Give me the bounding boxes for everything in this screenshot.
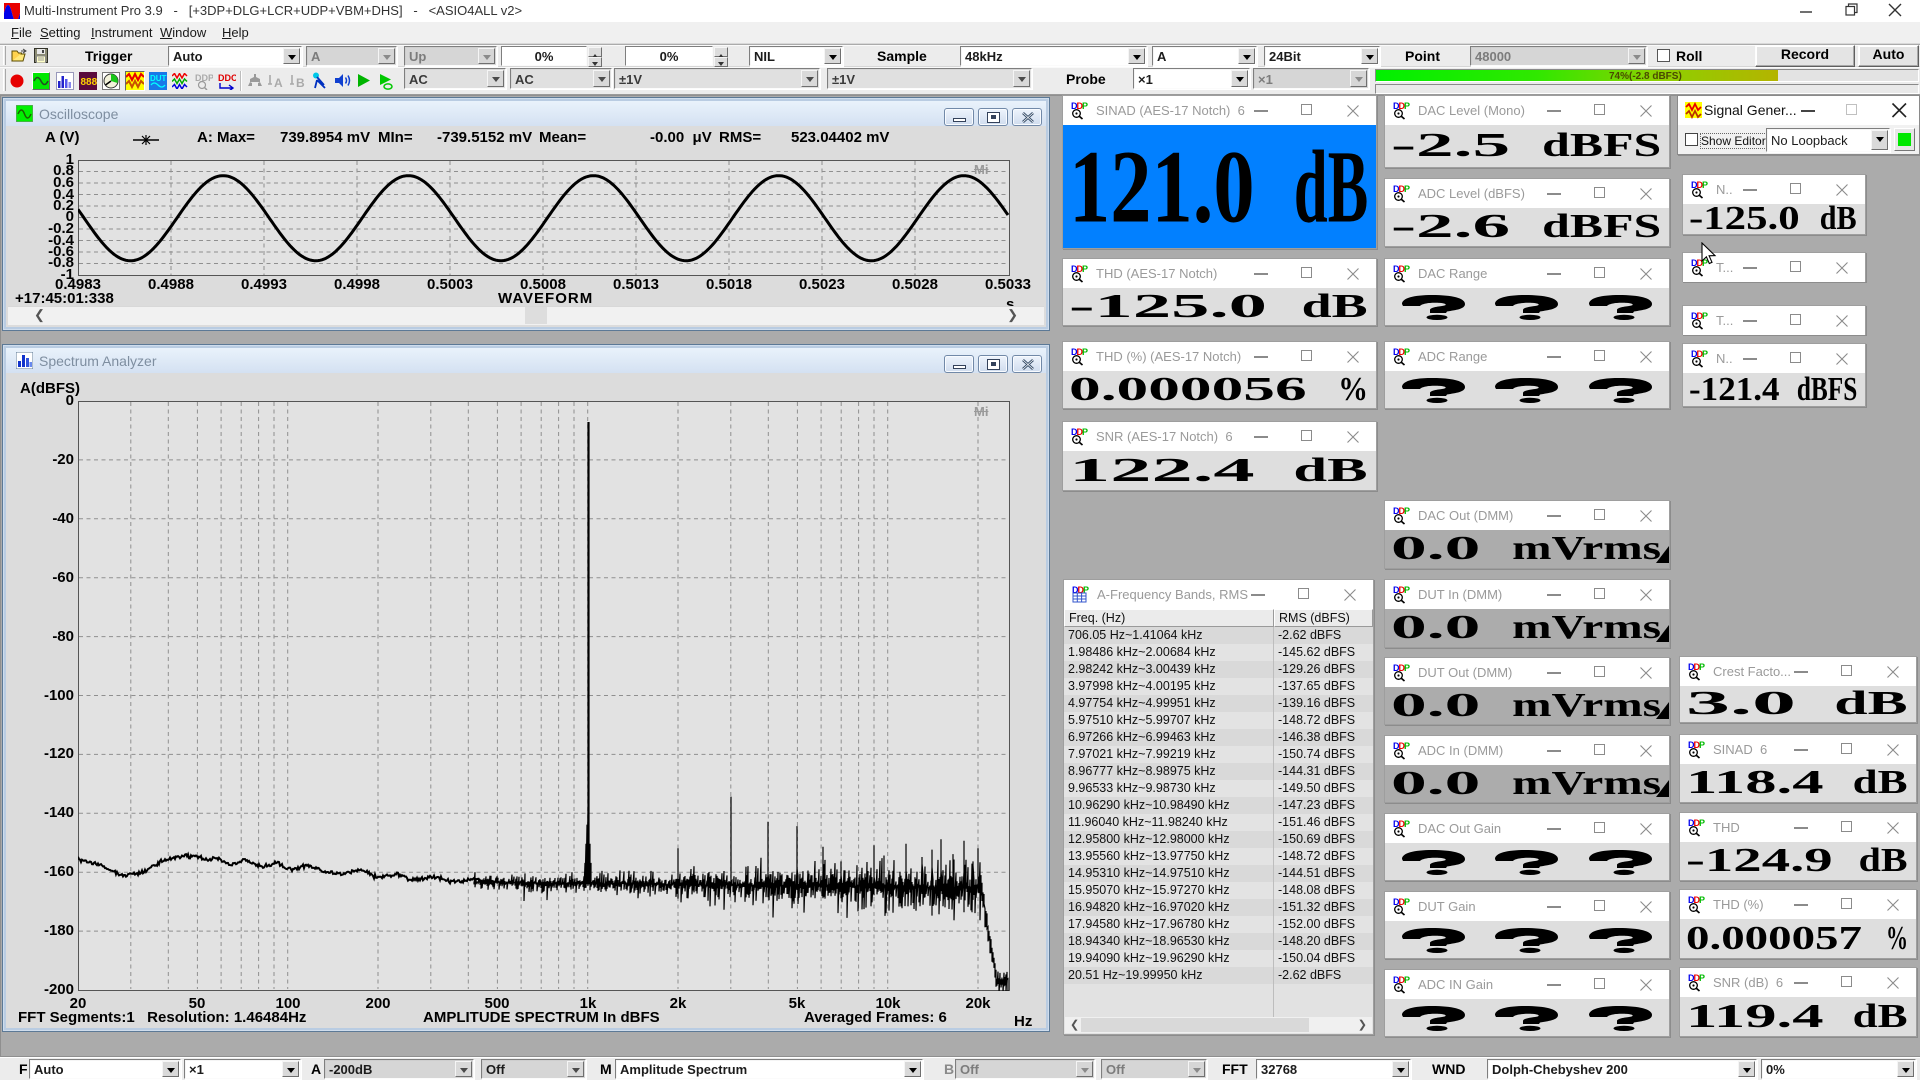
- svg-text:DDP: DDP: [1393, 264, 1410, 274]
- svg-text:888: 888: [81, 77, 98, 88]
- svg-text:DDP: DDP: [1393, 506, 1410, 516]
- svg-text:DDP: DDP: [1071, 427, 1088, 437]
- svg-text:DDP: DDP: [1688, 818, 1705, 828]
- svg-text:DDP: DDP: [1393, 975, 1410, 985]
- svg-text:DDP: DDP: [1393, 101, 1410, 111]
- svg-text:DDP: DDP: [1393, 585, 1410, 595]
- svg-text:B: B: [296, 76, 305, 88]
- svg-text:DDP: DDP: [1393, 184, 1410, 194]
- svg-text:DDP: DDP: [1688, 740, 1705, 750]
- svg-text:DDP: DDP: [1688, 662, 1705, 672]
- svg-text:DDP: DDP: [1071, 264, 1088, 274]
- svg-text:DDP: DDP: [1393, 663, 1410, 673]
- svg-text:A: A: [274, 76, 283, 88]
- svg-text:DDP: DDP: [1393, 347, 1410, 357]
- svg-text:DDP: DDP: [1688, 895, 1705, 905]
- svg-text:DDP: DDP: [1071, 101, 1088, 111]
- svg-text:DDP: DDP: [1691, 180, 1708, 190]
- svg-text:DDP: DDP: [1393, 741, 1410, 751]
- svg-text:DDC: DDC: [218, 73, 236, 83]
- svg-text:DDP: DDP: [1393, 819, 1410, 829]
- svg-text:DDP: DDP: [1691, 311, 1708, 321]
- svg-text:DDP: DDP: [1071, 347, 1088, 357]
- svg-text:DDP: DDP: [1688, 973, 1705, 983]
- svg-text:DDP: DDP: [1393, 897, 1410, 907]
- svg-text:DUT: DUT: [150, 74, 167, 83]
- svg-text:DDP: DDP: [1691, 349, 1708, 359]
